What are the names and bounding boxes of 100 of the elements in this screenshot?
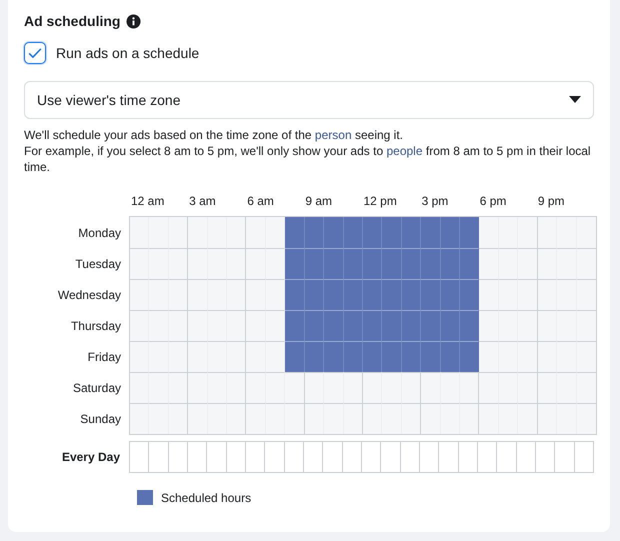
schedule-cell[interactable] <box>149 442 168 472</box>
schedule-cell[interactable] <box>344 310 363 341</box>
schedule-cell[interactable] <box>555 442 574 472</box>
schedule-cell[interactable] <box>440 341 460 372</box>
schedule-cell[interactable] <box>324 279 344 310</box>
legend-swatch <box>137 490 153 505</box>
link[interactable]: person <box>314 128 352 142</box>
schedule-cell[interactable] <box>402 341 422 372</box>
schedule-cell[interactable] <box>324 310 344 341</box>
day-label: Every Day <box>62 450 120 464</box>
schedule-cell[interactable] <box>574 442 593 472</box>
checkbox[interactable] <box>24 42 46 64</box>
schedule-cell[interactable] <box>382 248 402 279</box>
schedule-cell[interactable] <box>304 442 322 472</box>
schedule-cell[interactable] <box>304 310 324 341</box>
time-zone-dropdown[interactable]: Use viewer's time zone <box>24 81 594 119</box>
description-text: For example, if you select 8 am to 5 pm, we'll only show your ads to people from 8 am to 5 pm in their local time. <box>24 143 592 175</box>
schedule-cell[interactable] <box>362 310 382 341</box>
schedule-cell[interactable] <box>439 442 458 472</box>
schedule-cell[interactable] <box>421 248 441 279</box>
schedule-cell[interactable] <box>246 442 264 472</box>
schedule-cell[interactable] <box>382 279 402 310</box>
section-title: Ad scheduling <box>24 13 120 29</box>
schedule-cell[interactable] <box>323 442 342 472</box>
schedule-cell[interactable] <box>226 442 245 472</box>
legend-label: Scheduled hours <box>161 490 252 504</box>
schedule-cell[interactable] <box>324 341 344 372</box>
schedule-cell[interactable] <box>324 248 344 279</box>
time-label: 9 am <box>304 194 334 210</box>
schedule-cell[interactable] <box>576 217 596 248</box>
schedule-cell[interactable] <box>285 279 305 310</box>
schedule-cell[interactable] <box>324 217 344 248</box>
schedule-cell[interactable] <box>478 442 496 472</box>
schedule-cell[interactable] <box>304 217 324 248</box>
schedule-cell[interactable] <box>284 442 303 472</box>
checkbox-label: Run ads on a schedule <box>56 45 200 61</box>
schedule-cell[interactable] <box>207 442 226 472</box>
schedule-cell[interactable] <box>382 341 402 372</box>
schedule-cell[interactable] <box>362 279 382 310</box>
schedule-cell[interactable] <box>440 279 460 310</box>
schedule-cell[interactable] <box>421 217 441 248</box>
schedule-cell[interactable] <box>402 279 422 310</box>
schedule-cell[interactable] <box>344 217 363 248</box>
time-label: 12 pm <box>362 194 398 210</box>
schedule-cell[interactable] <box>304 248 324 279</box>
schedule-cell[interactable] <box>440 310 460 341</box>
schedule-cell[interactable] <box>342 442 361 472</box>
schedule-cell[interactable] <box>440 217 460 248</box>
schedule-cell[interactable] <box>168 442 187 472</box>
schedule-cell[interactable] <box>265 442 284 472</box>
link[interactable]: people <box>386 144 423 158</box>
schedule-cell[interactable] <box>536 442 554 472</box>
day-label: Sunday <box>80 412 121 426</box>
time-label: 12 am <box>130 194 166 210</box>
schedule-cell[interactable] <box>362 248 382 279</box>
schedule-cell[interactable] <box>460 248 480 279</box>
schedule-cell[interactable] <box>460 217 480 248</box>
schedule-cell[interactable] <box>516 442 535 472</box>
time-label: 6 am <box>246 194 275 210</box>
schedule-cell[interactable] <box>460 310 480 341</box>
schedule-cell[interactable] <box>421 279 441 310</box>
schedule-cell[interactable] <box>381 442 400 472</box>
schedule-cell[interactable] <box>460 341 480 372</box>
schedule-cell[interactable] <box>421 310 441 341</box>
schedule-cell[interactable] <box>362 217 382 248</box>
time-label: 3 pm <box>420 194 450 210</box>
schedule-cell[interactable] <box>362 341 382 372</box>
time-label: 9 pm <box>536 194 566 210</box>
schedule-cell[interactable] <box>344 248 363 279</box>
time-label: 3 am <box>188 194 217 210</box>
schedule-cell[interactable] <box>285 248 305 279</box>
schedule-cell[interactable] <box>497 442 516 472</box>
schedule-cell[interactable] <box>304 341 324 372</box>
schedule-cell[interactable] <box>421 341 441 372</box>
schedule-cell[interactable] <box>420 442 438 472</box>
schedule-cell[interactable] <box>440 248 460 279</box>
schedule-cell[interactable] <box>285 217 305 248</box>
schedule-cell[interactable] <box>382 310 402 341</box>
day-label: Thursday <box>70 318 121 332</box>
schedule-cell[interactable] <box>304 279 324 310</box>
info-icon[interactable] <box>126 14 142 28</box>
schedule-cell[interactable] <box>402 248 422 279</box>
day-label: Wednesday <box>58 288 121 302</box>
schedule-cell[interactable] <box>285 341 305 372</box>
schedule-cell[interactable] <box>402 217 422 248</box>
schedule-cell[interactable] <box>458 442 477 472</box>
schedule-cell[interactable] <box>188 442 206 472</box>
schedule-cell[interactable] <box>382 217 402 248</box>
schedule-cell[interactable] <box>344 341 363 372</box>
time-label: 6 pm <box>478 194 508 210</box>
schedule-cell[interactable] <box>402 310 422 341</box>
schedule-cell[interactable] <box>285 310 305 341</box>
schedule-cell[interactable] <box>130 442 148 472</box>
schedule-cell[interactable] <box>460 279 480 310</box>
schedule-cell[interactable] <box>400 442 419 472</box>
description-text: We'll schedule your ads based on the time zone of the person seeing it. <box>24 127 404 143</box>
schedule-cell[interactable] <box>344 279 363 310</box>
day-label: Saturday <box>72 380 121 394</box>
day-label: Monday <box>78 226 121 240</box>
schedule-cell[interactable] <box>362 442 380 472</box>
